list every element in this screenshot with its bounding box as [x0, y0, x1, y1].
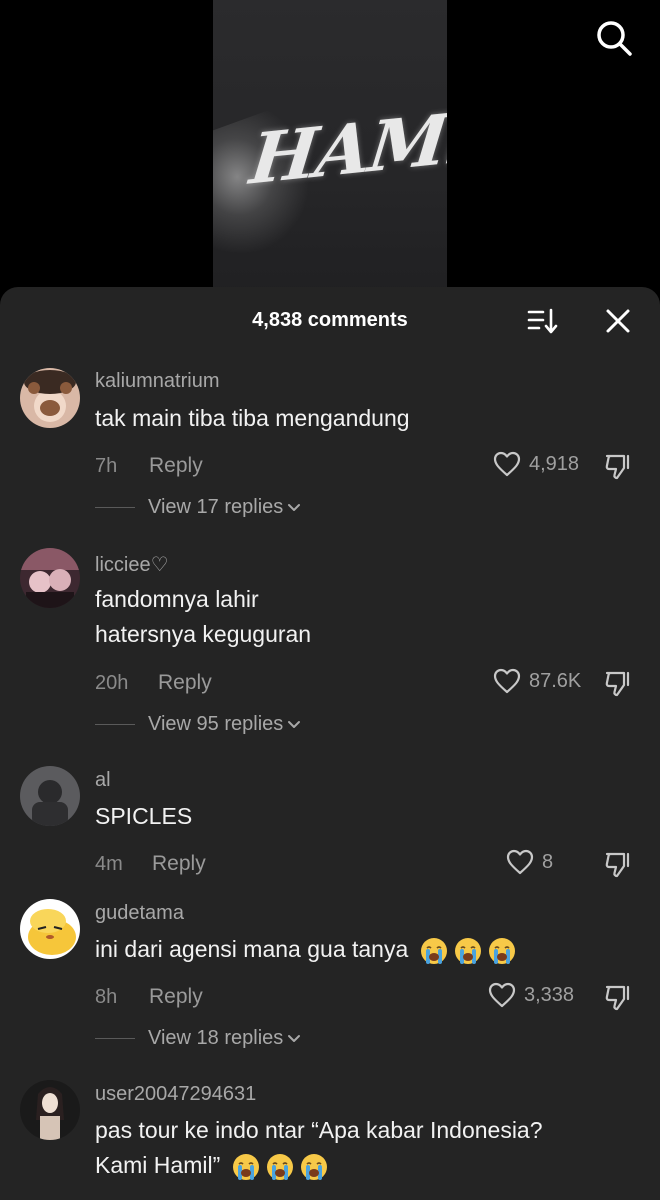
- comment-text: ini dari agensi mana gua tanya: [95, 932, 625, 967]
- comment-text: pas tour ke indo ntar “Apa kabar Indones…: [95, 1113, 625, 1183]
- comment-username[interactable]: al: [95, 769, 111, 792]
- sort-button[interactable]: [526, 307, 560, 337]
- comment-text-line: SPICLES: [95, 803, 193, 829]
- divider-line: [95, 1038, 135, 1039]
- chevron-down-icon: [288, 720, 301, 728]
- reply-button[interactable]: Reply: [149, 454, 203, 478]
- loudly-crying-face-icon: [454, 937, 481, 964]
- avatar[interactable]: [20, 368, 80, 428]
- comments-sheet: 4,838 comments kaliumnatrium tak main ti…: [0, 287, 660, 1200]
- view-replies-button[interactable]: View 95 replies: [95, 713, 301, 736]
- view-replies-button[interactable]: View 17 replies: [95, 496, 301, 519]
- reply-button[interactable]: Reply: [152, 852, 206, 876]
- loudly-crying-face-icon: [300, 1153, 327, 1180]
- thumbs-down-icon: [605, 454, 630, 480]
- comment-text-content: Kami Hamil”: [95, 1152, 221, 1178]
- heart-icon: [506, 849, 534, 875]
- comment-text: SPICLES: [95, 799, 625, 834]
- view-replies-label: View 17 replies: [148, 496, 284, 518]
- comments-header: 4,838 comments: [0, 287, 660, 353]
- comment-username[interactable]: gudetama: [95, 902, 184, 925]
- divider-line: [95, 724, 135, 725]
- comment-time: 7h: [95, 455, 118, 477]
- thumbs-down-icon: [605, 985, 630, 1011]
- heart-icon: [493, 668, 521, 694]
- chevron-down-icon: [288, 503, 301, 511]
- loudly-crying-face-icon: [266, 1153, 293, 1180]
- comment-text: tak main tiba tiba mengandung: [95, 401, 625, 436]
- like-count: 8: [542, 850, 554, 873]
- loudly-crying-face-icon: [488, 937, 515, 964]
- comment-username[interactable]: user20047294631: [95, 1083, 256, 1106]
- loudly-crying-face-icon: [420, 937, 447, 964]
- avatar[interactable]: [20, 548, 80, 608]
- comment-username[interactable]: licciee♡: [95, 552, 169, 577]
- reply-button[interactable]: Reply: [149, 985, 203, 1009]
- comment-text: fandomnya lahir hatersnya keguguran: [95, 582, 625, 652]
- like-button[interactable]: 8: [506, 849, 553, 875]
- thumbs-down-icon: [605, 671, 630, 697]
- heart-icon: [488, 982, 516, 1008]
- like-button[interactable]: 4,918: [493, 451, 579, 477]
- view-replies-button[interactable]: View 18 replies: [95, 1027, 301, 1050]
- dislike-button[interactable]: [604, 982, 634, 1012]
- comment-username[interactable]: kaliumnatrium: [95, 370, 219, 393]
- comment-text-line: Kami Hamil”: [95, 1148, 625, 1183]
- comment-time: 8h: [95, 986, 118, 1008]
- comment-time: 4m: [95, 853, 123, 875]
- like-count: 3,338: [524, 983, 575, 1006]
- comment-text-line: fandomnya lahir: [95, 586, 259, 612]
- like-button[interactable]: 3,338: [488, 982, 574, 1008]
- avatar[interactable]: [20, 1080, 80, 1140]
- view-replies-label: View 95 replies: [148, 713, 284, 735]
- dislike-button[interactable]: [604, 451, 634, 481]
- close-icon: [606, 309, 630, 333]
- video-preview[interactable]: HAMiL: [213, 0, 447, 300]
- comment-text-line: pas tour ke indo ntar “Apa kabar Indones…: [95, 1117, 543, 1143]
- sort-icon: [527, 308, 558, 334]
- chevron-down-icon: [288, 1034, 301, 1042]
- comment-text-line: hatersnya keguguran: [95, 621, 312, 647]
- search-icon: [597, 21, 632, 56]
- comment-time: 20h: [95, 672, 129, 694]
- heart-icon: [493, 451, 521, 477]
- search-button[interactable]: [594, 18, 634, 58]
- divider-line: [95, 507, 135, 508]
- like-button[interactable]: 87.6K: [493, 668, 581, 694]
- comment-text-line: tak main tiba tiba mengandung: [95, 405, 410, 431]
- dislike-button[interactable]: [604, 668, 634, 698]
- comment-text-content: ini dari agensi mana gua tanya: [95, 936, 409, 962]
- comment-text-line: ini dari agensi mana gua tanya: [95, 932, 625, 967]
- reply-button[interactable]: Reply: [158, 671, 212, 695]
- loudly-crying-face-icon: [232, 1153, 259, 1180]
- view-replies-label: View 18 replies: [148, 1027, 284, 1049]
- like-count: 87.6K: [529, 669, 582, 692]
- like-count: 4,918: [529, 452, 580, 475]
- comment-count: 4,838 comments: [252, 309, 408, 331]
- avatar[interactable]: [20, 899, 80, 959]
- avatar[interactable]: [20, 766, 80, 826]
- dislike-button[interactable]: [604, 849, 634, 879]
- close-button[interactable]: [604, 307, 632, 335]
- thumbs-down-icon: [605, 852, 630, 878]
